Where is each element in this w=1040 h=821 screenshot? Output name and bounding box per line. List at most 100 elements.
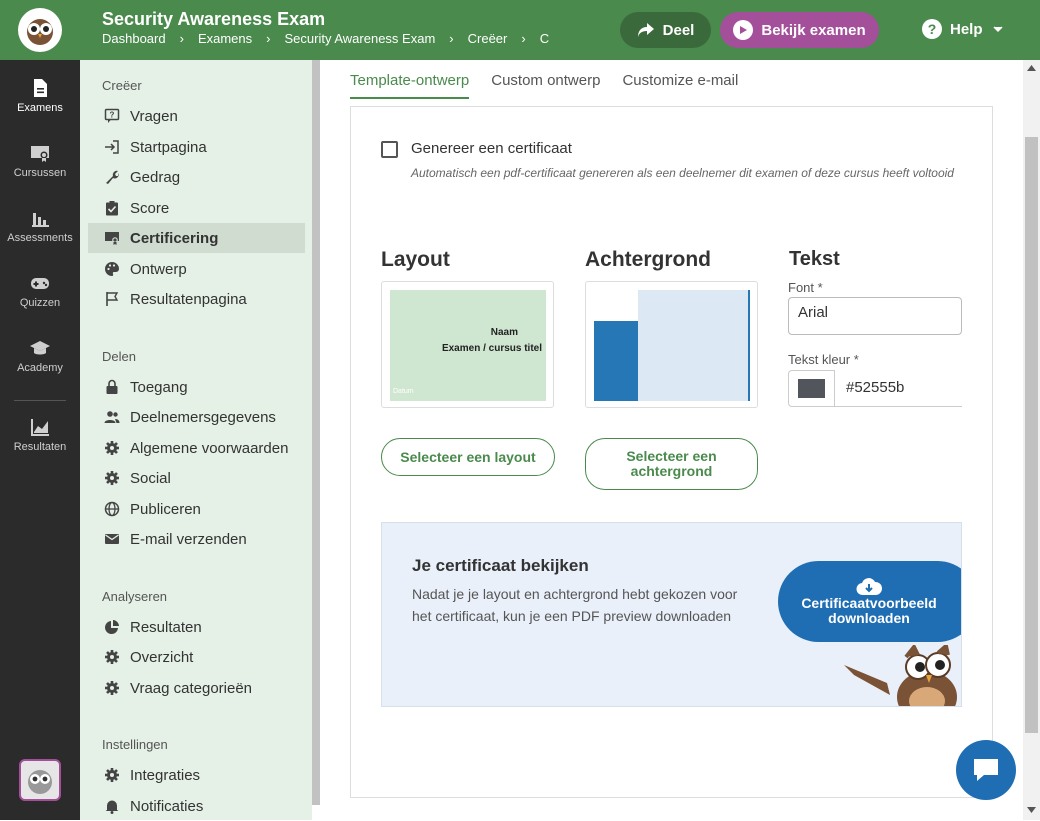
nav-item-quizzen[interactable]: Quizzen	[0, 272, 80, 309]
pie-chart-icon	[105, 620, 119, 634]
certificate-preview-panel: Je certificaat bekijken Nadat je je layo…	[381, 522, 962, 707]
nav-item-cursussen[interactable]: Cursussen	[0, 142, 80, 179]
flag-icon	[106, 292, 119, 306]
select-layout-button[interactable]: Selecteer een layout	[381, 438, 555, 476]
gear-icon	[105, 681, 119, 695]
sidebar-item-e-mail-verzenden[interactable]: E-mail verzenden	[88, 524, 305, 554]
sidebar-item-gedrag[interactable]: Gedrag	[88, 162, 305, 192]
chevron-right-icon: ›	[521, 31, 526, 46]
nav-item-examens[interactable]: Examens	[0, 77, 80, 114]
sidebar-item-vraag-categorieen[interactable]: Vraag categorieën	[88, 673, 305, 703]
layout-heading: Layout	[381, 248, 450, 271]
chevron-right-icon: ›	[449, 31, 454, 46]
document-icon	[34, 79, 47, 97]
sidebar-item-label: Overzicht	[130, 648, 194, 666]
preview-date: Datum	[393, 388, 414, 395]
tab-customize-e-mail[interactable]: Customize e-mail	[622, 72, 738, 99]
share-label: Deel	[662, 21, 695, 39]
preview-title: Je certificaat bekijken	[412, 556, 589, 575]
section-title-creeer: Creëer	[102, 78, 142, 93]
color-hex-input[interactable]: #52555b	[846, 379, 904, 396]
owl-logo-icon[interactable]	[18, 8, 62, 52]
sidebar-item-label: E-mail verzenden	[130, 530, 247, 548]
background-shape	[594, 321, 638, 401]
sidebar-item-label: Gedrag	[130, 168, 181, 186]
download-preview-button[interactable]: Certificaatvoorbeeld downloaden	[778, 561, 961, 642]
mail-icon	[105, 534, 119, 544]
preview-name: Naam	[490, 327, 518, 338]
sidebar-item-ontwerp[interactable]: Ontwerp	[88, 254, 305, 284]
select-background-button[interactable]: Selecteer een achtergrond	[585, 438, 758, 490]
sidebar-item-toegang[interactable]: Toegang	[88, 372, 305, 402]
main-nav: Examens Cursussen Assessments Quizzen Ac…	[0, 60, 80, 820]
tab-custom-ontwerp[interactable]: Custom ontwerp	[491, 72, 600, 99]
sidebar-item-resultaten[interactable]: Resultaten	[88, 612, 305, 642]
scroll-down-icon[interactable]	[1027, 807, 1036, 813]
main-scrollbar-thumb[interactable]	[1025, 137, 1038, 733]
breadcrumb-exam[interactable]: Security Awareness Exam	[285, 31, 436, 46]
breadcrumb-dashboard[interactable]: Dashboard	[102, 31, 166, 46]
sidebar-item-vragen[interactable]: ? Vragen	[88, 101, 305, 131]
checkbox-hint: Automatisch een pdf-certificaat generere…	[411, 166, 954, 180]
sidebar-item-notificaties[interactable]: Notificaties	[88, 791, 305, 821]
play-icon	[733, 20, 754, 40]
sidebar-item-social[interactable]: Social	[88, 463, 305, 493]
sidebar-scrollbar[interactable]	[312, 60, 320, 805]
sidebar-item-publiceren[interactable]: Publiceren	[88, 494, 305, 524]
color-swatch	[798, 379, 825, 398]
user-avatar[interactable]	[19, 759, 61, 801]
nav-divider	[14, 400, 66, 401]
share-arrow-icon	[637, 23, 654, 37]
chat-button[interactable]	[956, 740, 1016, 800]
lock-icon	[106, 379, 118, 394]
background-panel	[638, 290, 748, 401]
sidebar-item-resultatenpagina[interactable]: Resultatenpagina	[88, 284, 305, 314]
preview-description: Nadat je je layout en achtergrond hebt g…	[412, 586, 738, 624]
sidebar-item-algemene-voorwaarden[interactable]: Algemene voorwaarden	[88, 433, 305, 463]
nav-item-resultaten[interactable]: Resultaten	[0, 416, 80, 453]
view-exam-button[interactable]: Bekijk examen	[720, 12, 879, 48]
owl-mascot-icon	[844, 645, 957, 706]
sidebar-item-startpagina[interactable]: Startpagina	[88, 132, 305, 162]
background-thumbnail[interactable]	[585, 281, 758, 408]
section-title-delen: Delen	[102, 349, 136, 364]
sidebar-item-certificering[interactable]: Certificering	[88, 223, 305, 253]
sidebar-item-overzicht[interactable]: Overzicht	[88, 642, 305, 672]
sidebar-item-score[interactable]: Score	[88, 193, 305, 223]
layout-preview: Naam Examen / cursus titel Datum	[390, 290, 546, 401]
login-icon	[105, 140, 119, 154]
sidebar-item-deelnemersgegevens[interactable]: Deelnemersgegevens	[88, 402, 305, 432]
nav-item-assessments[interactable]: Assessments	[0, 207, 80, 244]
scroll-up-icon[interactable]	[1027, 65, 1036, 71]
sidebar-item-label: Deelnemersgegevens	[130, 408, 276, 426]
background-preview	[594, 290, 750, 401]
help-label: Help	[950, 20, 983, 38]
gear-icon	[105, 650, 119, 664]
font-input[interactable]: Arial	[788, 297, 962, 335]
nav-item-academy[interactable]: Academy	[0, 337, 80, 374]
text-heading: Tekst	[789, 248, 840, 270]
help-menu[interactable]: ? Help	[922, 19, 1005, 39]
breadcrumb-examens[interactable]: Examens	[198, 31, 252, 46]
gear-icon	[105, 768, 119, 782]
sidebar-item-integraties[interactable]: Integraties	[88, 760, 305, 790]
chat-bubble-icon	[974, 759, 998, 781]
layout-thumbnail[interactable]: Naam Examen / cursus titel Datum	[381, 281, 554, 408]
tab-template-ontwerp[interactable]: Template-ontwerp	[350, 72, 470, 99]
sidebar-item-label: Certificering	[130, 229, 219, 247]
section-title-instellingen: Instellingen	[102, 737, 168, 752]
line-chart-icon	[31, 419, 49, 436]
palette-icon	[105, 262, 119, 276]
share-button[interactable]: Deel	[620, 12, 711, 48]
chevron-down-icon	[992, 26, 1003, 33]
breadcrumb-creeer[interactable]: Creëer	[468, 31, 508, 46]
background-edge	[748, 290, 750, 401]
gear-icon	[105, 471, 119, 485]
svg-text:?: ?	[110, 111, 115, 120]
color-swatch-button[interactable]	[788, 370, 835, 407]
sidebar-item-label: Notificaties	[130, 797, 204, 815]
color-input-underline	[835, 406, 962, 407]
sidebar-item-label: Vragen	[130, 107, 178, 125]
generate-certificate-checkbox[interactable]	[381, 141, 398, 158]
checkbox-label[interactable]: Genereer een certificaat	[411, 140, 572, 157]
